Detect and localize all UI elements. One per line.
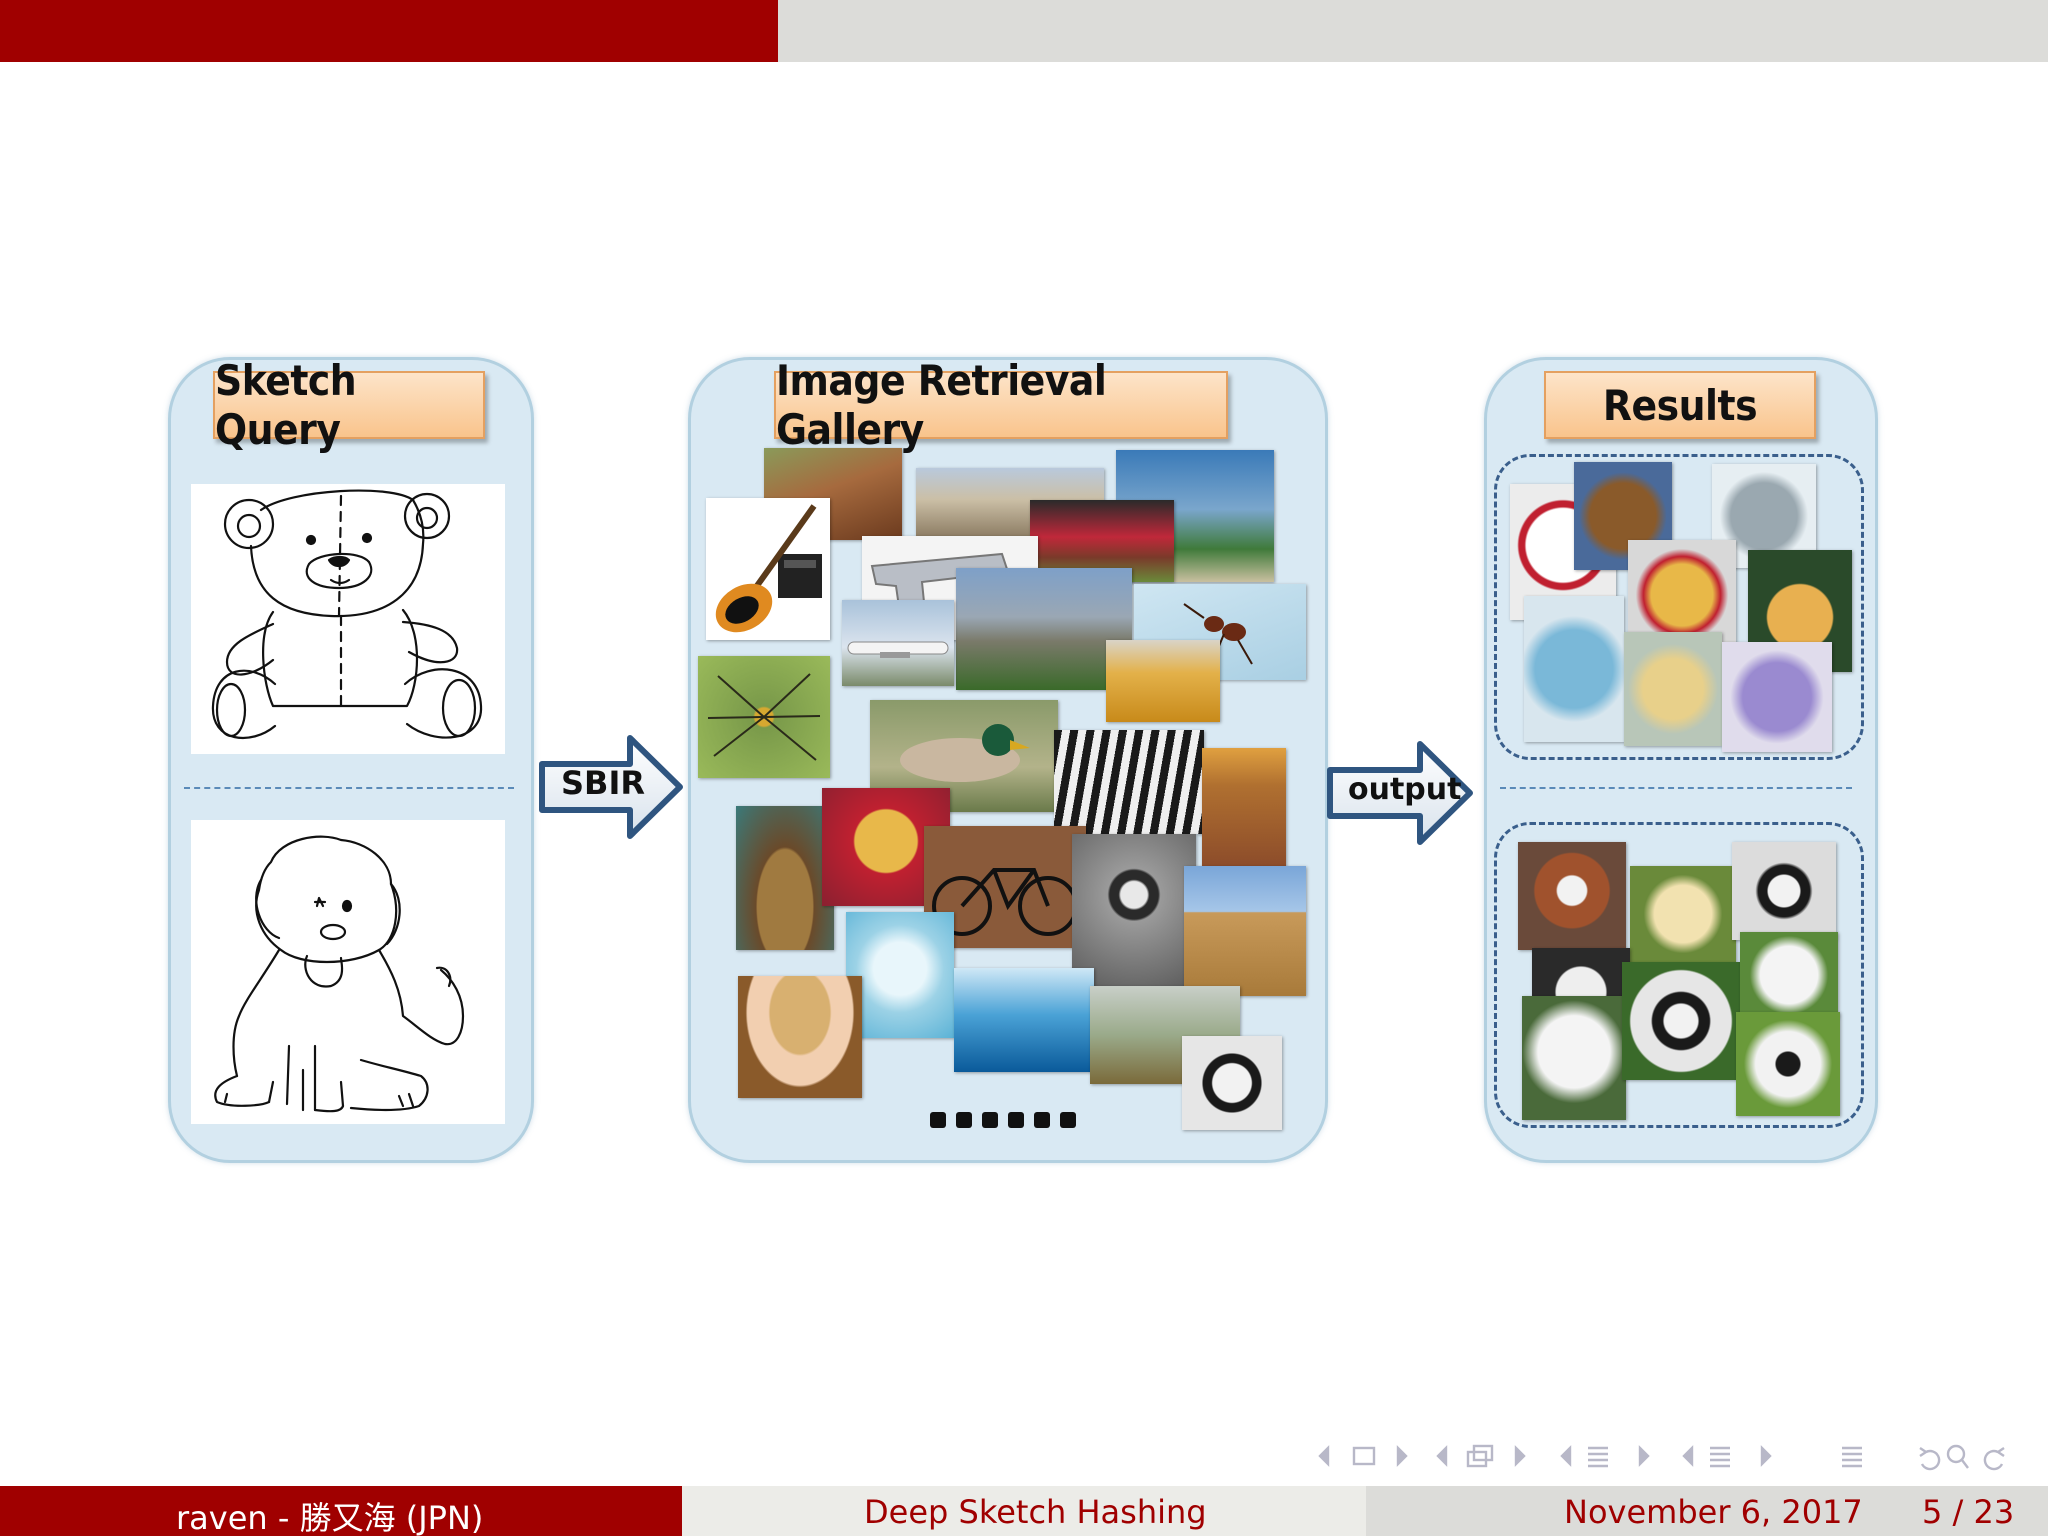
camel-photo	[1184, 866, 1306, 996]
appendix-icon	[1710, 1446, 1730, 1468]
left-arrow-icon	[1560, 1445, 1572, 1467]
door-photo	[1202, 748, 1286, 872]
raccoon-photo	[1072, 834, 1196, 986]
teddy-bear-sketch	[191, 484, 505, 754]
result-blue-bear	[1524, 596, 1624, 742]
result-sheepdog-3	[1622, 962, 1740, 1080]
section-icon	[1588, 1446, 1608, 1468]
result-white-shepherd	[1522, 996, 1626, 1120]
bread-photo	[1106, 640, 1220, 722]
result-cream-bear	[1624, 632, 1722, 746]
footer-author: raven - 勝又海 (JPN)	[176, 1499, 484, 1537]
subsection-icon	[1466, 1444, 1494, 1468]
right-arrow-icon	[1514, 1445, 1526, 1467]
progress-fill	[0, 0, 779, 62]
footer-date-section: November 6, 2017 5 / 23	[1366, 1486, 2048, 1536]
footer: raven - 勝又海 (JPN) Deep Sketch Hashing No…	[0, 1486, 2048, 1537]
redo-icon	[1983, 1447, 2005, 1471]
result-sheepdog-1	[1732, 842, 1836, 940]
result-sheepdog-4	[1740, 932, 1838, 1018]
bell-photo	[736, 806, 834, 950]
toc-icon	[1842, 1446, 1862, 1468]
woman-hat-photo	[738, 976, 862, 1098]
right-arrow-icon	[1396, 1445, 1408, 1467]
result-sheepdog-5	[1736, 1012, 1840, 1116]
guitar-photo	[706, 498, 830, 640]
result-st-bernard	[1518, 842, 1626, 950]
footer-page-number: 5 / 23	[1922, 1493, 2015, 1531]
result-golden-dog	[1630, 866, 1736, 962]
zebra-photo	[1054, 730, 1204, 834]
sketch-query-title: Sketch Query	[213, 356, 485, 454]
frame-icon	[1352, 1446, 1376, 1466]
footer-title: Deep Sketch Hashing	[864, 1493, 1207, 1531]
footer-date: November 6, 2017	[1564, 1493, 1863, 1531]
left-arrow-icon	[1682, 1445, 1694, 1467]
spider-photo	[698, 656, 830, 778]
footer-title-section: Deep Sketch Hashing	[682, 1486, 1366, 1536]
search-icon	[1946, 1444, 1969, 1469]
left-arrow-icon	[1318, 1445, 1330, 1467]
jellyfish-photo	[846, 912, 954, 1038]
right-arrow-icon	[1638, 1445, 1650, 1467]
more-images-ellipsis	[930, 1112, 1076, 1128]
sheepdog-photo	[1182, 1036, 1282, 1130]
footer-author-section: raven - 勝又海 (JPN)	[0, 1486, 682, 1537]
output-label: output	[1348, 772, 1462, 807]
results-divider	[1500, 787, 1852, 789]
results-title: Results	[1544, 371, 1816, 439]
dog-sketch	[191, 820, 505, 1124]
airplane-photo	[842, 600, 954, 686]
progress-bar	[0, 0, 2048, 62]
result-purple-bear	[1722, 642, 1832, 752]
sbir-label: SBIR	[561, 764, 645, 802]
sketch-divider	[184, 787, 514, 789]
image-gallery-title: Image Retrieval Gallery	[774, 356, 1228, 454]
right-arrow-icon	[1760, 1445, 1772, 1467]
dolphin-photo	[954, 968, 1094, 1072]
left-arrow-icon	[1436, 1445, 1448, 1467]
undo-icon	[1919, 1447, 1941, 1471]
